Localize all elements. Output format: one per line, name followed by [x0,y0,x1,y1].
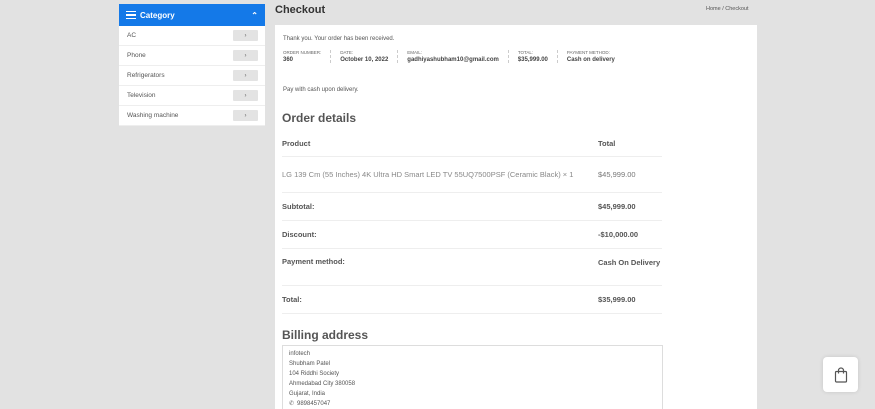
billing-phone-number: 9898457047 [297,401,331,407]
billing-phone: ✆ 9898457047 [289,399,656,409]
subtotal-row: Subtotal: $45,999.00 [282,193,662,221]
summary-order-number: ORDER NUMBER: 360 [283,50,332,63]
billing-address-heading: Billing address [282,328,369,342]
sidebar-item-label: Television [127,92,156,99]
discount-label: Discount: [282,230,317,239]
sidebar-item-label: Refrigerators [127,72,165,79]
table-row: LG 139 Cm (55 Inches) 4K Ultra HD Smart … [282,157,662,193]
phone-icon: ✆ [289,401,295,407]
summary-value: 360 [283,57,294,63]
discount-row: Discount: -$10,000.00 [282,221,662,249]
chevron-right-icon[interactable]: › [233,90,258,101]
table-header-row: Product Total [282,130,662,157]
summary-label: EMAIL: [407,50,423,55]
summary-email: EMAIL: gadhiyashubham10@gmail.com [407,50,509,63]
summary-value: October 10, 2022 [340,57,389,63]
summary-label: DATE: [340,50,354,55]
breadcrumb-home[interactable]: Home [706,6,721,12]
summary-value: $35,999.00 [517,57,548,63]
summary-label: ORDER NUMBER: [283,50,322,55]
product-total: $45,999.00 [598,170,636,179]
summary-value: Cash on delivery [566,57,615,63]
summary-total: TOTAL: $35,999.00 [518,50,558,63]
billing-address-box: infotech Shubham Patel 104 Riddhi Societ… [282,345,663,409]
sidebar-item-label: AC [127,32,137,39]
discount-value: -$10,000.00 [598,230,639,239]
sidebar-item-refrigerators[interactable]: Refrigerators › [119,66,265,86]
chevron-right-icon[interactable]: › [233,70,258,81]
chevron-right-icon[interactable]: › [233,30,258,41]
cart-button[interactable] [823,357,858,392]
hamburger-icon [126,10,136,20]
sidebar-item-phone[interactable]: Phone › [119,46,265,66]
column-header-total: Total [598,138,616,148]
product-name-link[interactable]: LG 139 Cm (55 Inches) 4K Ultra HD Smart … [282,169,598,181]
category-title: Category [140,10,175,20]
sidebar-item-label: Phone [127,52,146,59]
billing-city: Ahmedabad City 380058 [289,381,356,387]
order-details-heading: Order details [282,111,357,125]
subtotal-label: Subtotal: [282,202,315,211]
summary-payment-method: PAYMENT METHOD: Cash on delivery [567,50,624,63]
order-summary: ORDER NUMBER: 360 DATE: October 10, 2022… [283,50,633,63]
billing-name: Shubham Patel [289,361,331,367]
sidebar-item-washing-machine[interactable]: Washing machine › [119,106,265,126]
payment-method-value: Cash On Delivery [598,258,661,267]
chevron-up-icon[interactable]: ⌃ [251,11,258,20]
summary-value: gadhiyashubham10@gmail.com [407,57,499,63]
sidebar-item-television[interactable]: Television › [119,86,265,106]
summary-label: PAYMENT METHOD: [566,50,610,55]
billing-street: 104 Riddhi Society [289,371,340,377]
category-header[interactable]: Category ⌃ [119,4,265,26]
summary-date: DATE: October 10, 2022 [340,50,399,63]
breadcrumb-separator: / [722,6,724,12]
subtotal-value: $45,999.00 [598,202,636,211]
total-value: $35,999.00 [598,295,636,304]
summary-label: TOTAL: [517,50,534,55]
sidebar-item-ac[interactable]: AC › [119,26,265,46]
total-label: Total: [282,295,302,304]
payment-note: Pay with cash upon delivery. [283,87,359,93]
breadcrumb-current: Checkout [725,6,749,12]
payment-method-row: Payment method: Cash On Delivery [282,249,662,286]
billing-company: infotech [289,351,311,357]
payment-method-label: Payment method: [282,257,345,266]
chevron-right-icon[interactable]: › [233,50,258,61]
order-received-message: Thank you. Your order has been received. [283,36,395,42]
page-title: Checkout [275,4,326,16]
order-details-table: Product Total LG 139 Cm (55 Inches) 4K U… [282,130,662,314]
category-sidebar: Category ⌃ AC › Phone › Refrigerators › … [119,4,265,126]
billing-state-country: Gujarat, India [289,391,326,397]
chevron-right-icon[interactable]: › [233,110,258,121]
breadcrumb: Home / Checkout [706,6,749,12]
shopping-bag-icon [834,366,847,383]
column-header-product: Product [282,138,311,148]
total-row: Total: $35,999.00 [282,286,662,314]
sidebar-item-label: Washing machine [127,112,179,119]
checkout-panel: Thank you. Your order has been received.… [275,25,757,409]
